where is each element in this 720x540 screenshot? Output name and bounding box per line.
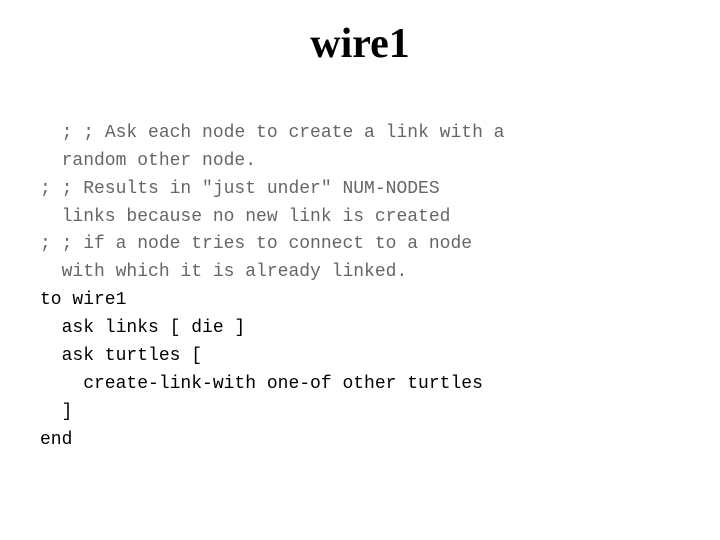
code-line-8: ask links [ die ] (40, 318, 245, 338)
code-line-12: end (40, 430, 72, 450)
code-line-7: to wire1 (40, 290, 126, 310)
page-title: wire1 (310, 20, 410, 68)
comment-line-4: links because no new link is created (40, 207, 450, 227)
code-line-10: create-link-with one-of other turtles (40, 374, 483, 394)
comment-line-1: ; ; Ask each node to create a link with … (62, 123, 505, 143)
comment-line-3: ; ; Results in "just under" NUM-NODES (40, 179, 440, 199)
code-line-9: ask turtles [ (40, 346, 202, 366)
code-line-11: ] (40, 402, 72, 422)
comment-line-5: ; ; if a node tries to connect to a node (40, 234, 472, 254)
comment-line-2: random other node. (40, 151, 256, 171)
code-block: ; ; Ask each node to create a link with … (0, 92, 720, 455)
comment-line-6: with which it is already linked. (40, 262, 407, 282)
